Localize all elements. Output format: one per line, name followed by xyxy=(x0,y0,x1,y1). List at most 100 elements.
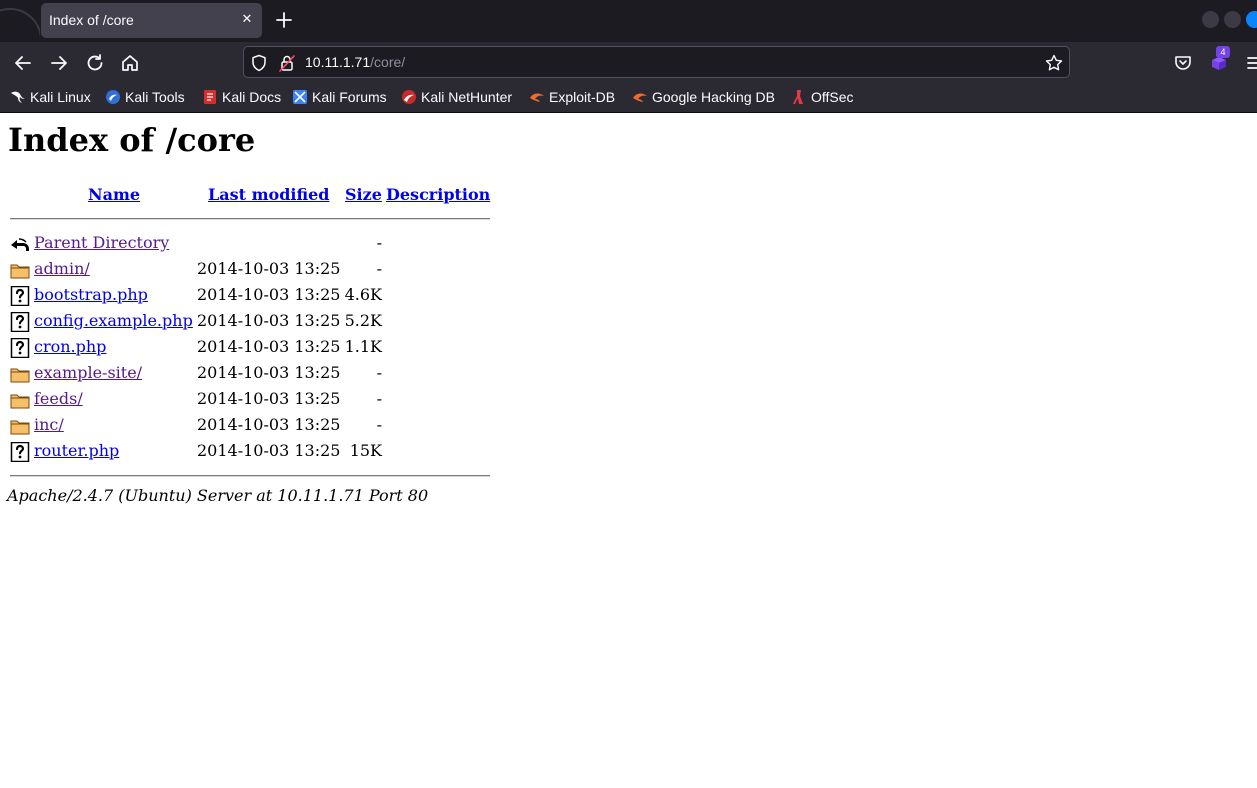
bookmark-label: Kali Linux xyxy=(30,89,91,105)
url-path: /core/ xyxy=(370,54,406,70)
file-link[interactable]: config.example.php xyxy=(34,311,193,330)
file-size: 15K xyxy=(349,441,382,460)
bookmark-label: OffSec xyxy=(811,89,854,105)
last-modified: 2014-10-03 13:25 xyxy=(197,285,341,304)
file-link[interactable]: router.php xyxy=(34,441,119,460)
pocket-icon xyxy=(1175,56,1191,70)
bookmark-kali-forums[interactable]: Kali Forums xyxy=(292,89,387,107)
bookmark-kali-tools[interactable]: Kali Tools xyxy=(105,89,185,107)
page-content: Index of /core Name Last modified Size D… xyxy=(0,113,1257,788)
last-modified: 2014-10-03 13:25 xyxy=(197,441,341,460)
file-size: - xyxy=(376,363,382,382)
page-title: Index of /core xyxy=(8,121,256,159)
file-link[interactable]: Parent Directory xyxy=(34,233,169,252)
bookmark-kali-linux[interactable]: Kali Linux xyxy=(10,89,91,107)
tab-active[interactable]: Index of /core ✕ xyxy=(41,3,262,38)
plus-icon xyxy=(276,12,292,28)
home-icon xyxy=(122,55,138,71)
table-row: example-site/2014-10-03 13:25 - xyxy=(0,361,500,387)
unknown-file-icon xyxy=(10,337,30,359)
minimize-button[interactable] xyxy=(1202,11,1219,28)
home-button[interactable] xyxy=(118,51,142,75)
menu-button[interactable] xyxy=(1243,51,1257,75)
close-window-button[interactable] xyxy=(1246,11,1257,28)
insecure-lock-icon[interactable] xyxy=(277,53,297,73)
back-arrow-icon xyxy=(10,234,30,254)
bookmark-offsec[interactable]: OffSec xyxy=(791,89,854,107)
bookmark-label: Kali Tools xyxy=(125,89,185,105)
bookmark-label: Kali Forums xyxy=(312,89,387,105)
table-row: feeds/2014-10-03 13:25 - xyxy=(0,387,500,413)
ghdb-icon xyxy=(632,89,648,105)
folder-icon xyxy=(10,416,30,436)
back-button[interactable] xyxy=(11,51,35,75)
folder-icon xyxy=(10,390,30,410)
arrow-left-icon xyxy=(15,56,31,70)
file-size: - xyxy=(376,415,382,434)
maximize-button[interactable] xyxy=(1224,11,1241,28)
file-link[interactable]: admin/ xyxy=(34,259,90,278)
file-link[interactable]: inc/ xyxy=(34,415,64,434)
file-link[interactable]: cron.php xyxy=(34,337,106,356)
last-modified: 2014-10-03 13:25 xyxy=(197,259,341,278)
table-row: Parent Directory - xyxy=(0,231,500,257)
last-modified: 2014-10-03 13:25 xyxy=(197,337,341,356)
navigation-toolbar: 10.11.1.71/core/ 4 xyxy=(0,42,1257,83)
file-size: 1.1K xyxy=(344,337,382,356)
column-header-last-modified[interactable]: Last modified xyxy=(208,185,329,204)
forward-button[interactable] xyxy=(47,51,71,75)
url-host: 10.11.1.71 xyxy=(305,54,371,70)
unknown-file-icon xyxy=(10,285,30,307)
bookmark-label: Exploit-DB xyxy=(549,89,616,105)
server-signature: Apache/2.4.7 (Ubuntu) Server at 10.11.1.… xyxy=(7,486,429,505)
bookmark-exploit-db[interactable]: Exploit-DB xyxy=(529,89,615,107)
kali-forums-icon xyxy=(292,89,308,105)
column-header-size[interactable]: Size xyxy=(345,185,382,204)
kali-tools-icon xyxy=(105,89,121,105)
url-bar[interactable]: 10.11.1.71/core/ xyxy=(243,46,1070,78)
file-size: 5.2K xyxy=(344,311,382,330)
file-size: - xyxy=(376,233,382,252)
hamburger-menu-icon xyxy=(1247,57,1257,69)
divider-bottom xyxy=(10,475,490,477)
exploit-db-icon xyxy=(529,89,545,105)
file-link[interactable]: example-site/ xyxy=(34,363,142,382)
table-row: bootstrap.php 2014-10-03 13:25 4.6K xyxy=(0,283,500,309)
bookmarks-toolbar: Kali Linux Kali Tools Kali Docs Kali For… xyxy=(0,83,1257,113)
tab-bar-decoration xyxy=(0,0,40,42)
bookmark-google-hacking-db[interactable]: Google Hacking DB xyxy=(632,89,775,107)
column-header-description[interactable]: Description xyxy=(386,185,490,204)
shield-icon[interactable] xyxy=(249,53,269,73)
file-link[interactable]: bootstrap.php xyxy=(34,285,148,304)
bookmark-kali-docs[interactable]: Kali Docs xyxy=(202,89,281,107)
folder-icon xyxy=(10,364,30,384)
bookmark-kali-nethunter[interactable]: Kali NetHunter xyxy=(401,89,512,107)
unknown-file-icon xyxy=(10,311,30,333)
new-tab-button[interactable] xyxy=(272,8,296,32)
file-size: - xyxy=(376,259,382,278)
table-row: router.php 2014-10-03 13:25 15K xyxy=(0,439,500,465)
kali-docs-icon xyxy=(202,89,218,105)
table-row: cron.php 2014-10-03 13:25 1.1K xyxy=(0,335,500,361)
kali-dragon-icon xyxy=(10,89,26,105)
file-link[interactable]: feeds/ xyxy=(34,389,83,408)
pocket-button[interactable] xyxy=(1171,51,1195,75)
unknown-file-icon xyxy=(10,441,30,463)
offsec-icon xyxy=(791,89,807,105)
divider-top xyxy=(10,218,490,220)
tab-title: Index of /core xyxy=(49,12,134,28)
extension-badge: 4 xyxy=(1216,46,1230,58)
last-modified: 2014-10-03 13:25 xyxy=(197,415,341,434)
table-row: admin/2014-10-03 13:25 - xyxy=(0,257,500,283)
bookmark-star-icon[interactable] xyxy=(1044,53,1064,73)
close-icon[interactable]: ✕ xyxy=(237,10,257,30)
last-modified: 2014-10-03 13:25 xyxy=(197,389,341,408)
url-text[interactable]: 10.11.1.71/core/ xyxy=(305,54,405,70)
column-header-name[interactable]: Name xyxy=(88,185,140,204)
reload-button[interactable] xyxy=(83,51,107,75)
bookmark-label: Kali NetHunter xyxy=(421,89,513,105)
reload-icon xyxy=(87,54,103,71)
last-modified: 2014-10-03 13:25 xyxy=(197,363,341,382)
tab-bar: Index of /core ✕ xyxy=(0,0,1257,42)
last-modified: 2014-10-03 13:25 xyxy=(197,311,341,330)
